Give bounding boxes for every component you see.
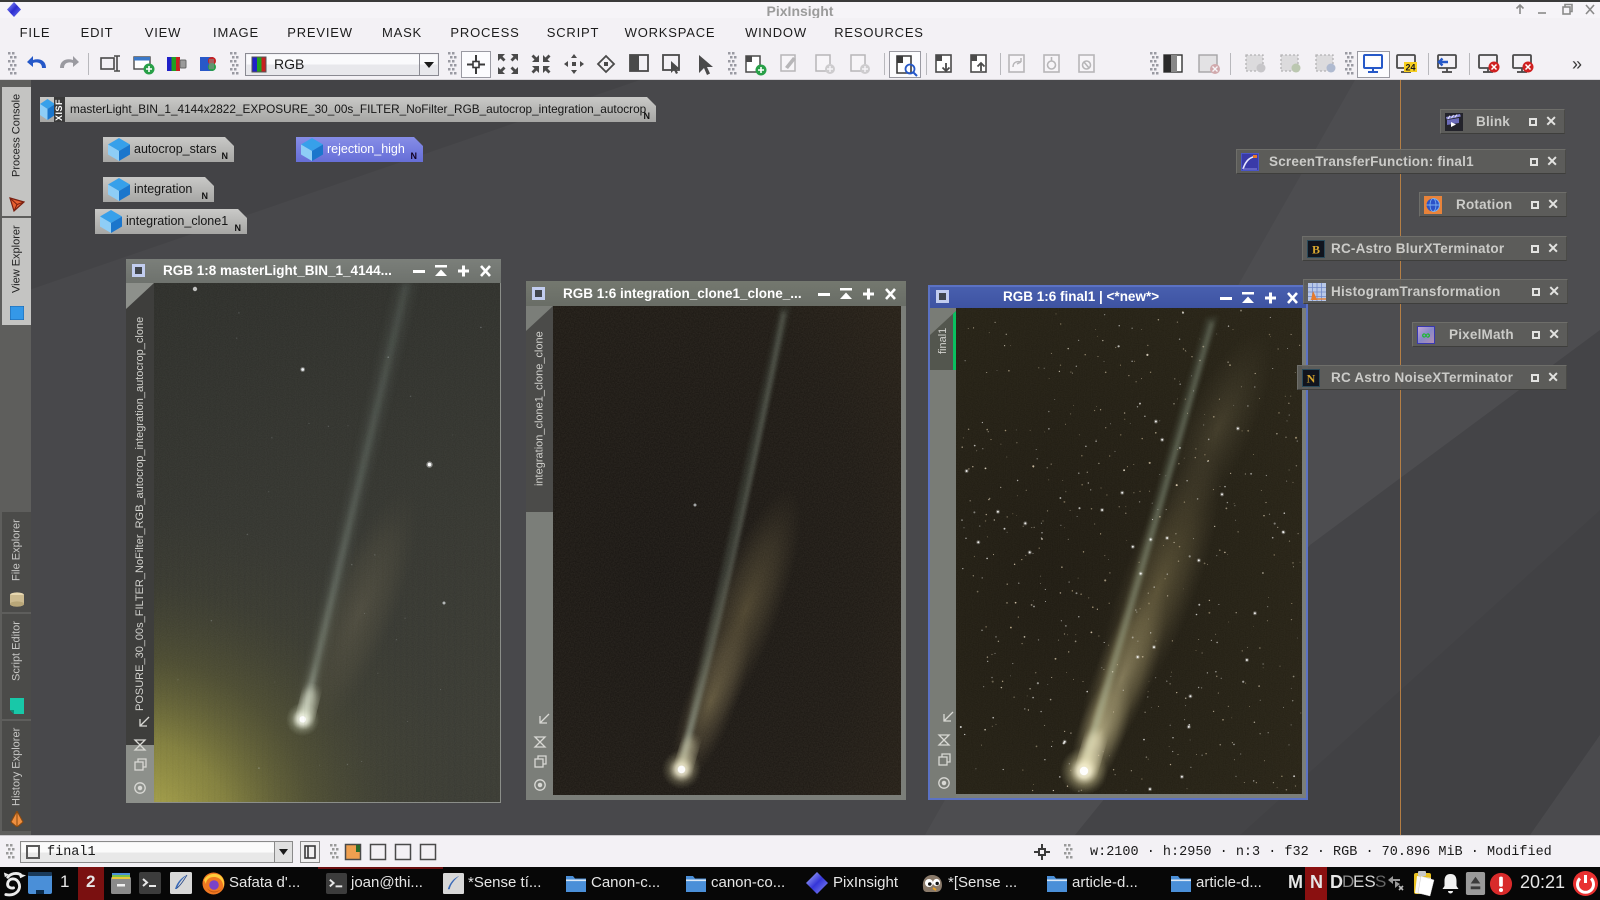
svg-text:N: N: [1307, 372, 1316, 386]
svg-text:»: »: [1572, 54, 1582, 74]
svg-text:∞: ∞: [1422, 328, 1431, 342]
svg-text:RGB: RGB: [274, 56, 304, 72]
svg-text:B: B: [1312, 243, 1320, 257]
svg-text:24: 24: [1405, 63, 1415, 73]
